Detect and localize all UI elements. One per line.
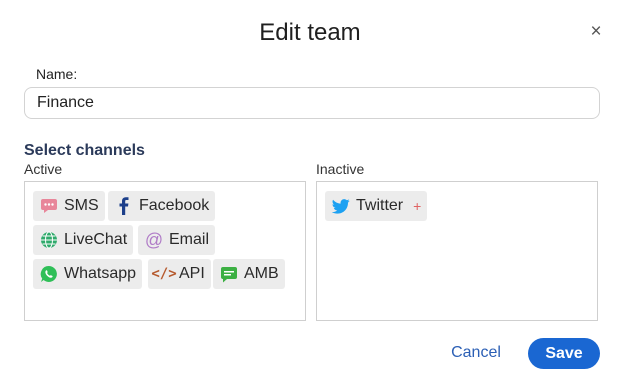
inactive-channels-box: Twitter + xyxy=(316,181,598,321)
name-input[interactable] xyxy=(24,87,600,119)
dialog-title: Edit team xyxy=(259,19,361,46)
at-icon: @ xyxy=(144,230,164,250)
code-icon: </> xyxy=(151,266,177,282)
channel-chip-whatsapp[interactable]: Whatsapp xyxy=(33,259,143,289)
message-icon xyxy=(219,264,239,284)
channel-label: Facebook xyxy=(139,197,210,214)
save-button[interactable]: Save xyxy=(528,338,600,369)
edit-team-dialog: Edit team × Name: Select channels Active… xyxy=(0,0,620,386)
channel-label: Email xyxy=(169,231,210,248)
globe-icon xyxy=(39,230,59,250)
close-icon[interactable]: × xyxy=(586,22,606,42)
channel-chip-sms[interactable]: SMS xyxy=(33,191,105,221)
whatsapp-icon xyxy=(39,264,59,284)
channel-chip-email[interactable]: @ Email xyxy=(138,225,216,255)
add-channel-icon[interactable]: + xyxy=(413,198,421,214)
sms-icon xyxy=(39,196,59,216)
channel-label: API xyxy=(179,265,205,282)
twitter-icon xyxy=(331,196,351,216)
channel-chip-amb[interactable]: AMB xyxy=(213,259,285,289)
facebook-icon xyxy=(114,196,134,216)
channel-label: LiveChat xyxy=(64,231,128,248)
channel-chip-livechat[interactable]: LiveChat xyxy=(33,225,134,255)
channel-chip-api[interactable]: </> API xyxy=(148,259,211,289)
channel-label: Twitter xyxy=(356,197,404,214)
cancel-button[interactable]: Cancel xyxy=(440,338,512,368)
select-channels-title: Select channels xyxy=(24,142,145,159)
name-label: Name: xyxy=(36,66,78,82)
channel-chip-twitter[interactable]: Twitter + xyxy=(325,191,428,221)
inactive-label: Inactive xyxy=(316,161,365,177)
channel-label: Whatsapp xyxy=(64,265,137,282)
active-channels-box: SMS Facebook LiveChat @ Email Whatsapp <… xyxy=(24,181,306,321)
active-label: Active xyxy=(24,161,63,177)
channel-label: AMB xyxy=(244,265,279,282)
channel-label: SMS xyxy=(64,197,99,214)
channel-chip-facebook[interactable]: Facebook xyxy=(108,191,216,221)
